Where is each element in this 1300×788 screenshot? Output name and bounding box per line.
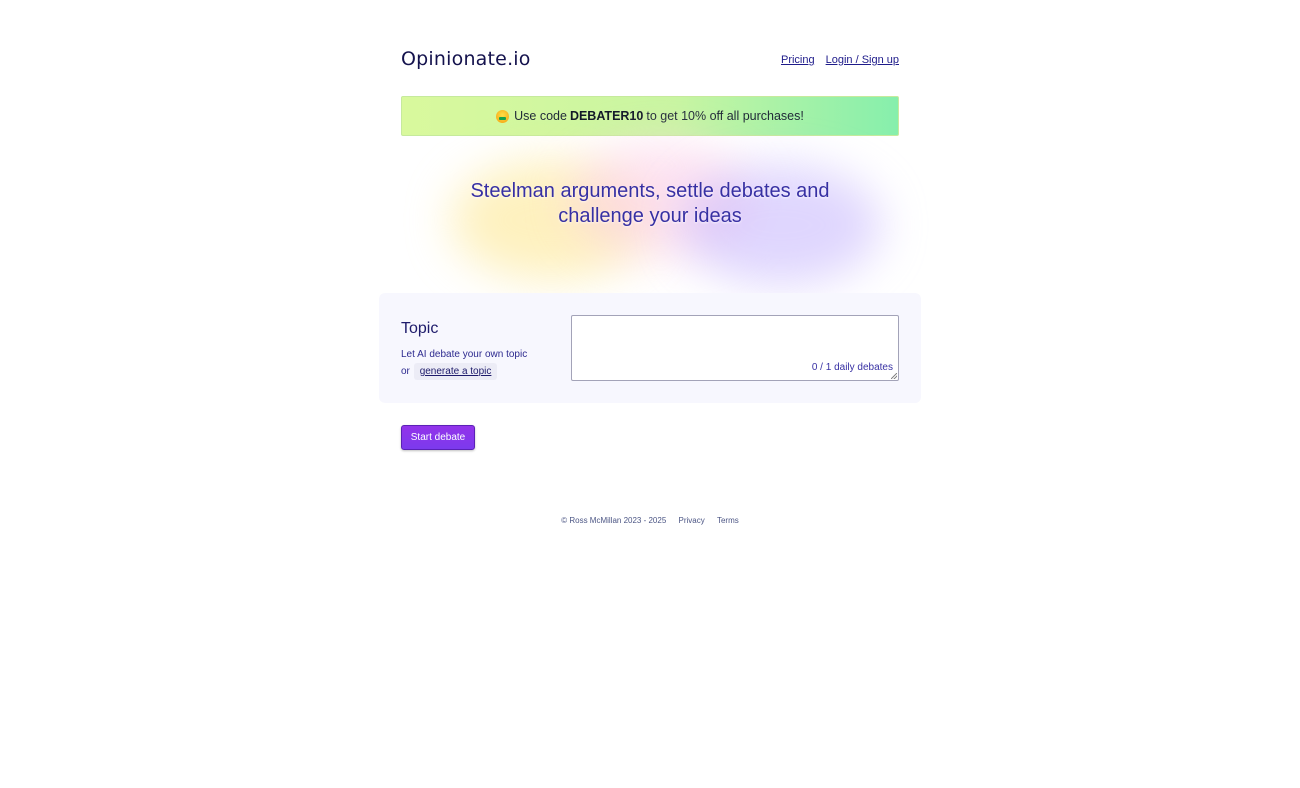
promo-prefix: Use code xyxy=(514,109,567,123)
logo[interactable]: Opinionate.io xyxy=(401,48,531,70)
topic-description-text: Let AI debate your own topic xyxy=(401,349,528,360)
topic-description: Let AI debate your own topic or generate… xyxy=(401,346,527,380)
terms-link[interactable]: Terms xyxy=(717,516,739,525)
money-mouth-face-icon xyxy=(496,109,510,123)
top-nav: Pricing Login / Sign up xyxy=(781,54,899,66)
pricing-link[interactable]: Pricing xyxy=(781,54,815,66)
daily-debates-counter: 0 / 1 daily debates xyxy=(811,362,893,373)
hero-title: Steelman arguments, settle debates and c… xyxy=(421,179,879,229)
footer-copyright: © Ross McMillan 2023 - 2025 xyxy=(561,516,667,525)
topic-input-wrapper: 0 / 1 daily debates xyxy=(571,315,899,381)
promo-banner: Use code DEBATER10 to get 10% off all pu… xyxy=(401,96,899,136)
topic-or-text: or xyxy=(401,366,410,377)
header: Opinionate.io Pricing Login / Sign up xyxy=(401,48,899,74)
promo-code: DEBATER10 xyxy=(569,109,644,123)
hero: Steelman arguments, settle debates and c… xyxy=(421,140,921,290)
start-debate-button[interactable]: Start debate xyxy=(401,425,475,450)
hero-title-line-1: Steelman arguments, settle debates and xyxy=(470,180,830,202)
topic-title: Topic xyxy=(401,320,439,337)
privacy-link[interactable]: Privacy xyxy=(679,516,705,525)
hero-title-line-2: challenge your ideas xyxy=(558,205,742,227)
page: Opinionate.io Pricing Login / Sign up Us… xyxy=(0,0,1300,788)
generate-topic-button[interactable]: generate a topic xyxy=(413,363,498,380)
footer: © Ross McMillan 2023 - 2025 Privacy Term… xyxy=(0,516,1300,525)
resize-handle-icon[interactable] xyxy=(891,373,897,379)
topic-card: Topic Let AI debate your own topic or ge… xyxy=(379,293,921,403)
promo-suffix: to get 10% off all purchases! xyxy=(646,109,804,123)
login-signup-link[interactable]: Login / Sign up xyxy=(826,54,899,66)
